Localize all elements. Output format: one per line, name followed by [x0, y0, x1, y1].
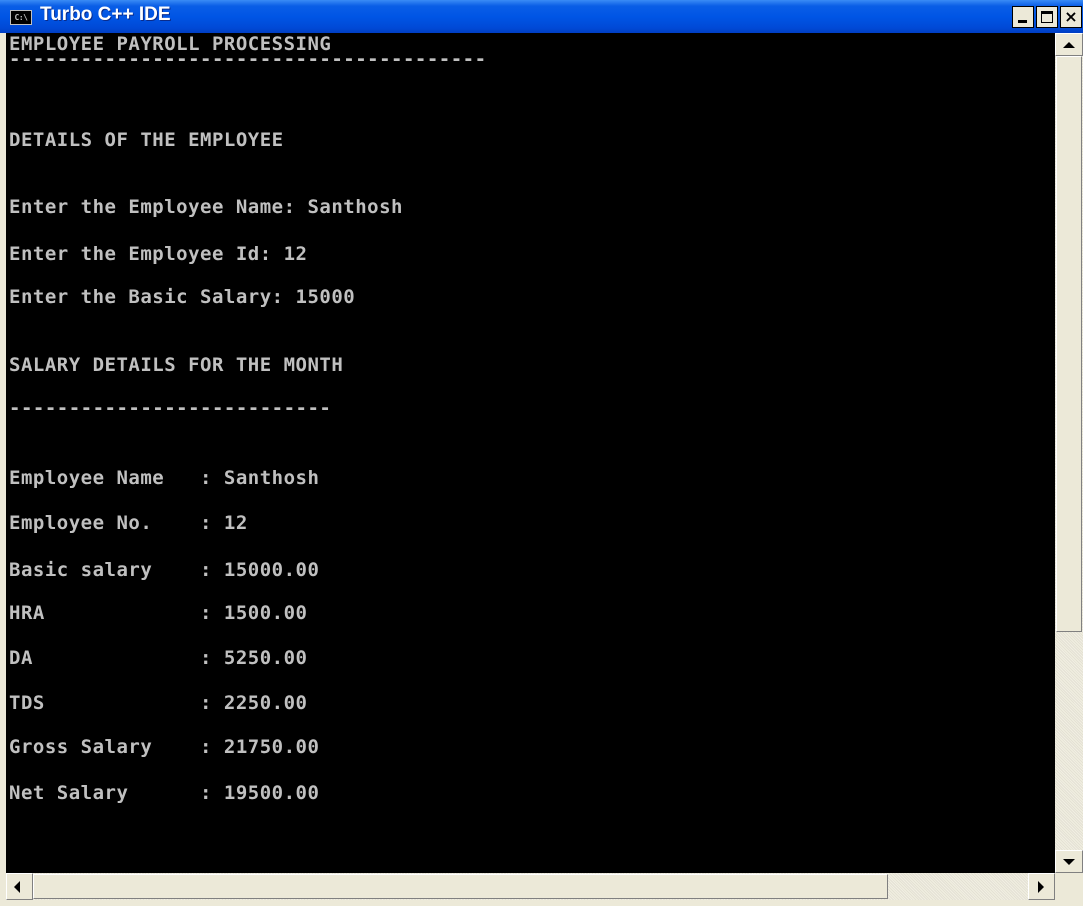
- console-line: Enter the Employee Id: 12: [9, 243, 308, 265]
- scroll-down-button[interactable]: [1055, 850, 1083, 873]
- minimize-button[interactable]: [1012, 6, 1034, 28]
- console-line: SALARY DETAILS FOR THE MONTH: [9, 354, 344, 376]
- console-line: HRA : 1500.00: [9, 602, 308, 624]
- console-line: DETAILS OF THE EMPLOYEE: [9, 129, 284, 151]
- close-button[interactable]: ×: [1060, 6, 1082, 28]
- console-line: Net Salary : 19500.00: [9, 782, 320, 804]
- console-line: DA : 5250.00: [9, 647, 308, 669]
- console-line: Enter the Employee Name: Santhosh: [9, 196, 403, 218]
- scroll-left-button[interactable]: [6, 873, 33, 900]
- console-icon[interactable]: C:\: [10, 10, 32, 25]
- maximize-button[interactable]: [1036, 6, 1058, 28]
- console-output[interactable]: EMPLOYEE PAYROLL PROCESSING ------------…: [6, 33, 1055, 873]
- console-line: Employee No. : 12: [9, 512, 248, 534]
- console-line: Basic salary : 15000.00: [9, 559, 320, 581]
- console-window: C:\ Turbo C++ IDE × EMPLOYEE PAYROLL PRO…: [0, 0, 1083, 906]
- arrow-left-icon: [14, 881, 20, 893]
- arrow-down-icon: [1063, 859, 1075, 865]
- vertical-scroll-thumb[interactable]: [1056, 56, 1082, 632]
- console-line: ----------------------------------------: [9, 48, 487, 70]
- arrow-right-icon: [1038, 881, 1044, 893]
- title-bar[interactable]: C:\ Turbo C++ IDE ×: [0, 0, 1083, 33]
- maximize-icon: [1041, 11, 1053, 23]
- window-border-bottom: [0, 900, 1055, 906]
- minimize-icon: [1018, 20, 1027, 23]
- console-line: Employee Name : Santhosh: [9, 467, 320, 489]
- console-line: TDS : 2250.00: [9, 692, 308, 714]
- console-line: Enter the Basic Salary: 15000: [9, 286, 356, 308]
- resize-grip[interactable]: [1055, 873, 1083, 906]
- console-line: Gross Salary : 21750.00: [9, 736, 320, 758]
- scroll-right-button[interactable]: [1028, 873, 1055, 900]
- scroll-up-button[interactable]: [1055, 33, 1083, 56]
- close-icon: ×: [1064, 7, 1078, 26]
- window-title: Turbo C++ IDE: [40, 4, 171, 25]
- horizontal-scroll-thumb[interactable]: [33, 874, 888, 899]
- console-line: ---------------------------: [9, 397, 332, 419]
- arrow-up-icon: [1063, 42, 1075, 48]
